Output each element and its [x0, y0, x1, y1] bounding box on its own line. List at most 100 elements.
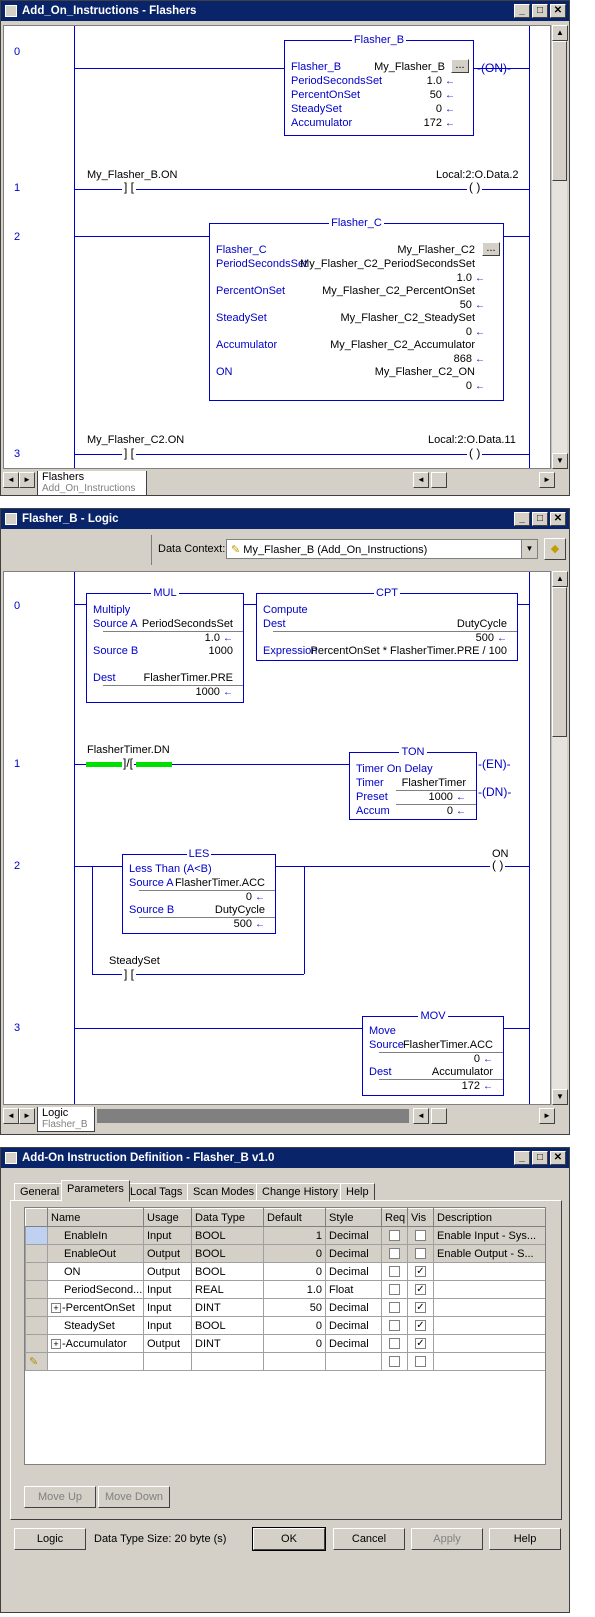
empty-cell[interactable]	[143, 1352, 192, 1371]
hscroll-left-icon[interactable]: ◄	[413, 1108, 429, 1124]
parameters-grid[interactable]: Name Usage Data Type Default Style Req V…	[24, 1207, 546, 1465]
param-name-cell[interactable]: PeriodSecond...	[47, 1280, 144, 1299]
vis-checkbox[interactable]	[415, 1230, 426, 1242]
vis-checkbox[interactable]: ✓	[415, 1266, 426, 1278]
tab-scroll-right-icon[interactable]: ►	[19, 1108, 35, 1124]
scroll-thumb[interactable]	[552, 587, 567, 737]
param-name-cell[interactable]: EnableIn	[47, 1226, 144, 1245]
mov-instruction[interactable]: MOV Move Source FlasherTimer.ACC 0 ← Des…	[362, 1010, 504, 1096]
tab-parameters[interactable]: Parameters	[61, 1180, 130, 1202]
row-selector[interactable]	[25, 1334, 48, 1353]
maximize-button[interactable]: □	[532, 512, 548, 526]
param-type[interactable]: DINT	[191, 1334, 264, 1353]
column-header[interactable]: Req	[381, 1208, 408, 1227]
row-selector[interactable]	[25, 1316, 48, 1335]
param-name-cell[interactable]: SteadySet	[47, 1316, 144, 1335]
empty-cell[interactable]	[325, 1352, 382, 1371]
req-checkbox[interactable]	[389, 1356, 400, 1368]
context-tool-icon[interactable]: ◆	[544, 538, 566, 560]
cpt-instruction[interactable]: CPT Compute Dest DutyCycle 500 ← Express…	[256, 587, 518, 661]
vis-checkbox[interactable]	[415, 1248, 426, 1260]
table-row[interactable]: + -PercentOnSet Input DINT 50 Decimal ✓	[25, 1298, 545, 1317]
empty-cell[interactable]	[263, 1352, 326, 1371]
logic-ladder-area[interactable]: 0 1 2 3 MUL Multiply Source A PeriodSeco…	[3, 571, 551, 1105]
req-checkbox[interactable]	[389, 1338, 400, 1350]
table-row[interactable]: EnableIn Input BOOL 1 Decimal Enable Input - …	[25, 1226, 545, 1245]
browse-button[interactable]: ...	[482, 242, 500, 256]
cancel-button[interactable]: Cancel	[333, 1528, 405, 1550]
table-row[interactable]: EnableOut Output BOOL 0 Decimal Enable Output…	[25, 1244, 545, 1263]
scroll-down-arrow-icon[interactable]: ▼	[552, 1089, 568, 1105]
param-style[interactable]: Float	[325, 1280, 382, 1299]
column-header[interactable]: Style	[325, 1208, 382, 1227]
hscroll-right-icon[interactable]: ►	[539, 472, 555, 488]
param-usage[interactable]: Input	[143, 1316, 192, 1335]
vis-checkbox[interactable]: ✓	[415, 1302, 426, 1314]
flasher-c-instruction[interactable]: Flasher_C Flasher_C My_Flasher_C2 ... Pe…	[209, 217, 504, 401]
empty-cell[interactable]	[47, 1352, 144, 1371]
browse-button[interactable]: ...	[451, 59, 469, 73]
table-row[interactable]: + -Accumulator Output DINT 0 Decimal ✓	[25, 1334, 545, 1353]
param-name-cell[interactable]: ON	[47, 1262, 144, 1281]
close-button[interactable]: ✕	[550, 4, 566, 18]
close-button[interactable]: ✕	[550, 512, 566, 526]
hscroll-left-icon[interactable]: ◄	[413, 472, 429, 488]
new-row[interactable]: ✎	[25, 1352, 545, 1371]
row-selector[interactable]	[25, 1244, 48, 1263]
param-usage[interactable]: Output	[143, 1244, 192, 1263]
scroll-up-arrow-icon[interactable]: ▲	[552, 571, 568, 587]
maximize-button[interactable]: □	[532, 4, 548, 18]
expand-icon[interactable]: +	[51, 1302, 61, 1313]
req-checkbox[interactable]	[389, 1248, 400, 1260]
param-type[interactable]: BOOL	[191, 1316, 264, 1335]
ladder-area[interactable]: 0 1 2 3 Flasher_B Flasher_B My_Flasher_B…	[3, 25, 551, 469]
param-description[interactable]	[433, 1280, 545, 1299]
req-checkbox[interactable]	[389, 1230, 400, 1242]
param-description[interactable]	[433, 1316, 545, 1335]
param-style[interactable]: Decimal	[325, 1244, 382, 1263]
param-default[interactable]: 50	[263, 1298, 326, 1317]
param-default[interactable]: 0	[263, 1244, 326, 1263]
param-default[interactable]: 0	[263, 1316, 326, 1335]
minimize-button[interactable]: _	[514, 1151, 530, 1165]
param-description[interactable]	[433, 1262, 545, 1281]
empty-cell[interactable]	[191, 1352, 264, 1371]
move-down-button[interactable]: Move Down	[98, 1486, 170, 1508]
column-header[interactable]: Vis	[407, 1208, 434, 1227]
tab-scroll-left-icon[interactable]: ◄	[3, 1108, 19, 1124]
maximize-button[interactable]: □	[532, 1151, 548, 1165]
vis-checkbox[interactable]: ✓	[415, 1284, 426, 1296]
column-header[interactable]: Default	[263, 1208, 326, 1227]
ton-instruction[interactable]: TON Timer On Delay Timer FlasherTimer Pr…	[349, 746, 477, 820]
les-instruction[interactable]: LES Less Than (A<B) Source A FlasherTime…	[122, 848, 276, 934]
req-checkbox[interactable]	[389, 1302, 400, 1314]
table-row[interactable]: ON Output BOOL 0 Decimal ✓	[25, 1262, 545, 1281]
row-selector[interactable]	[25, 1280, 48, 1299]
output-coil[interactable]: ( )	[490, 858, 506, 872]
param-type[interactable]: BOOL	[191, 1244, 264, 1263]
param-usage[interactable]: Output	[143, 1262, 192, 1281]
xio-contact[interactable]: ]/[	[122, 756, 135, 770]
table-row[interactable]: SteadySet Input BOOL 0 Decimal ✓	[25, 1316, 545, 1335]
param-type[interactable]: BOOL	[191, 1262, 264, 1281]
vertical-scrollbar[interactable]: ▲ ▼	[551, 25, 568, 469]
param-usage[interactable]: Input	[143, 1298, 192, 1317]
column-header[interactable]: Data Type	[191, 1208, 264, 1227]
param-description[interactable]: Enable Input - Sys...	[433, 1226, 545, 1245]
param-style[interactable]: Decimal	[325, 1334, 382, 1353]
hscroll-thumb[interactable]	[431, 1108, 447, 1124]
param-style[interactable]: Decimal	[325, 1226, 382, 1245]
req-checkbox[interactable]	[389, 1284, 400, 1296]
param-description[interactable]	[433, 1334, 545, 1353]
tab-general[interactable]: General	[14, 1183, 66, 1201]
column-header[interactable]: Name	[47, 1208, 144, 1227]
hscroll-thumb[interactable]	[431, 472, 447, 488]
req-checkbox[interactable]	[389, 1266, 400, 1278]
param-default[interactable]: 1	[263, 1226, 326, 1245]
flasher-b-instruction[interactable]: Flasher_B Flasher_B My_Flasher_B ... Per…	[284, 34, 474, 136]
vis-checkbox[interactable]	[415, 1356, 426, 1368]
hscroll-right-icon[interactable]: ►	[539, 1108, 555, 1124]
tab-scroll-left-icon[interactable]: ◄	[3, 472, 19, 488]
vis-checkbox[interactable]: ✓	[415, 1338, 426, 1350]
tab-logic[interactable]: Logic Flasher_B	[37, 1107, 95, 1132]
